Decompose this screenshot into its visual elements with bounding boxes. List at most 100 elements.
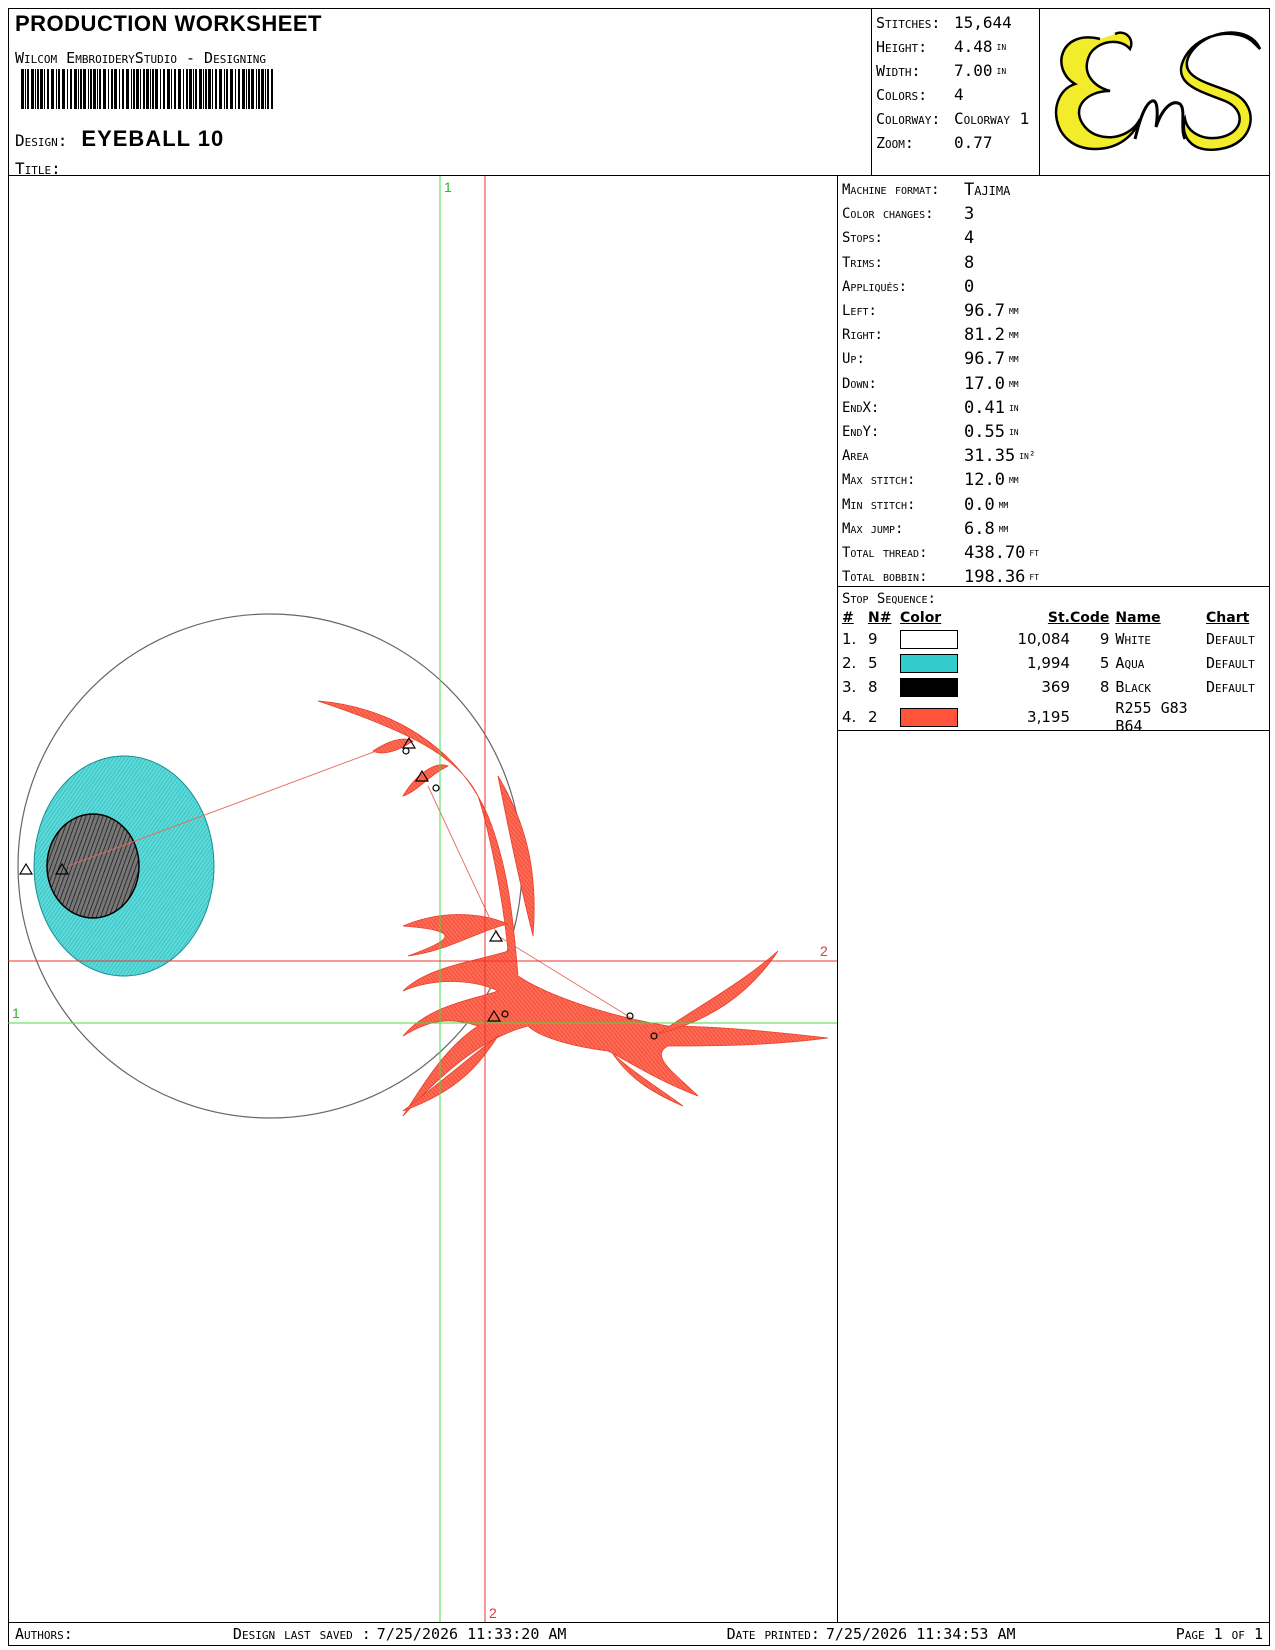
row-stitches: 3,195 <box>1027 708 1070 726</box>
row-num: 3. <box>842 678 857 696</box>
row-num: 1. <box>842 630 857 648</box>
stat-label: Max stitch: <box>842 472 916 489</box>
col-num: # <box>842 610 854 626</box>
summary-value: 0.77 <box>954 133 993 152</box>
guide-label-red-h: 2 <box>820 943 828 959</box>
stat-label: Down: <box>842 375 877 392</box>
table-header: # N# Color St. Code Name Chart <box>842 609 1266 627</box>
stat-value: 96.7 <box>964 301 1005 322</box>
design-name: EYEBALL 10 <box>81 126 225 151</box>
stat-label: Machine format: <box>842 182 940 198</box>
stat-value: 81.2 <box>964 325 1005 346</box>
color-swatch <box>900 707 958 727</box>
authors: Authors: <box>15 1625 73 1643</box>
summary-label: Height: <box>876 38 928 56</box>
row-needle: 9 <box>868 630 878 648</box>
ens-logo-icon <box>1054 31 1262 152</box>
row-stitches: 369 <box>1041 678 1070 696</box>
color-swatch <box>900 629 958 649</box>
stat-value: 12.0 <box>964 470 1005 491</box>
stat-label: Up: <box>842 351 865 368</box>
stat-row: Area 31.35 in² <box>842 444 1270 468</box>
design-label: Design: <box>15 131 68 150</box>
row-stitches: 10,084 <box>1017 630 1071 648</box>
summary-value: 7.00 <box>954 61 993 80</box>
brand-logo <box>1040 9 1269 175</box>
barcode <box>21 69 273 109</box>
date-printed: Date printed: 7/25/2026 11:34:53 AM <box>727 1625 1016 1643</box>
stat-row: Down: 17.0 mm <box>842 372 1270 396</box>
stat-value: 6.8 <box>964 518 995 539</box>
printed-value: 7/25/2026 11:34:53 AM <box>825 1625 1016 1643</box>
summary-label: Zoom: <box>876 134 914 152</box>
summary-value: 4 <box>954 85 964 104</box>
table-row: 1. 9 10,084 9 White Default <box>842 627 1266 651</box>
stop-sequence-title: Stop Sequence: <box>842 591 936 607</box>
row-color <box>900 675 1000 699</box>
header-summary: Stitches: 15,644 Height: 4.48 in Width: 7… <box>872 9 1040 175</box>
stat-unit: in <box>1008 400 1019 414</box>
summary-row: Zoom: 0.77 <box>876 131 1035 155</box>
stat-unit: mm <box>1008 304 1019 318</box>
row-color <box>900 627 1000 651</box>
row-chart: Default <box>1206 630 1255 648</box>
stat-label: Appliqués: <box>842 278 908 295</box>
summary-unit: in <box>996 40 1007 53</box>
table-row: 2. 5 1,994 5 Aqua Default <box>842 651 1266 675</box>
stat-label: Area <box>842 448 869 465</box>
summary-unit: in <box>996 64 1007 77</box>
summary-label: Colors: <box>876 86 928 104</box>
row-code: 5 <box>1099 654 1110 672</box>
stat-value: 8 <box>964 252 975 273</box>
summary-label: Colorway: <box>876 110 941 128</box>
saved-label: Design last saved : <box>232 1625 371 1643</box>
guide-label-green-v: 1 <box>444 179 452 195</box>
stat-unit: mm <box>998 521 1009 535</box>
color-swatch <box>900 653 958 673</box>
row-name: White <box>1115 630 1151 648</box>
stat-row: Trims: 8 <box>842 251 1270 275</box>
row-code <box>1070 699 1109 735</box>
row-needle: 5 <box>868 654 878 672</box>
design-preview: 1 1 2 2 <box>8 176 838 1622</box>
page-label: Page 1 of 1 <box>1175 1625 1263 1643</box>
row-chart <box>1206 699 1266 735</box>
stat-value: 31.35 <box>964 446 1016 467</box>
stat-unit: mm <box>1008 328 1019 342</box>
stat-unit: mm <box>998 497 1009 511</box>
stat-value: 96.7 <box>964 349 1005 370</box>
table-row: 3. 8 369 8 Black Default <box>842 675 1266 699</box>
stat-row: Max jump: 6.8 mm <box>842 517 1270 541</box>
stat-row: Up: 96.7 mm <box>842 347 1270 371</box>
summary-row: Height: 4.48 in <box>876 35 1035 59</box>
row-num: 2. <box>842 654 857 672</box>
summary-value: 15,644 <box>954 13 1012 32</box>
footer: Authors: Design last saved : 7/25/2026 1… <box>8 1622 1270 1646</box>
col-needle: N# <box>868 610 892 626</box>
col-name: Name <box>1115 610 1161 626</box>
stat-row: Right: 81.2 mm <box>842 323 1270 347</box>
row-chart: Default <box>1206 678 1255 696</box>
summary-row: Colors: 4 <box>876 83 1035 107</box>
stat-row: Stops: 4 <box>842 226 1270 250</box>
row-name: Aqua <box>1115 654 1145 672</box>
row-code: 8 <box>1099 678 1110 696</box>
stat-row: EndY: 0.55 in <box>842 420 1270 444</box>
col-stitches: St. <box>1047 610 1070 626</box>
stat-value: 0.55 <box>964 422 1005 443</box>
stat-value: 438.70 <box>964 543 1026 564</box>
summary-row: Stitches: 15,644 <box>876 11 1035 35</box>
col-chart: Chart <box>1206 610 1250 626</box>
stat-label: Color changes: <box>842 206 934 223</box>
stat-label: Max jump: <box>842 520 904 537</box>
summary-label: Width: <box>876 62 921 80</box>
table-row: 4. 2 3,195 R255 G83 B64 <box>842 699 1266 735</box>
stat-row: Max stitch: 12.0 mm <box>842 468 1270 492</box>
summary-row: Colorway: Colorway 1 <box>876 107 1035 131</box>
col-code: Code <box>1070 610 1110 626</box>
stat-row: Color changes: 3 <box>842 202 1270 226</box>
stat-unit: in <box>1008 425 1019 439</box>
stat-unit: in² <box>1019 449 1036 463</box>
header-left: PRODUCTION WORKSHEET Wilcom EmbroiderySt… <box>9 9 872 178</box>
stat-row: Appliqués: 0 <box>842 275 1270 299</box>
